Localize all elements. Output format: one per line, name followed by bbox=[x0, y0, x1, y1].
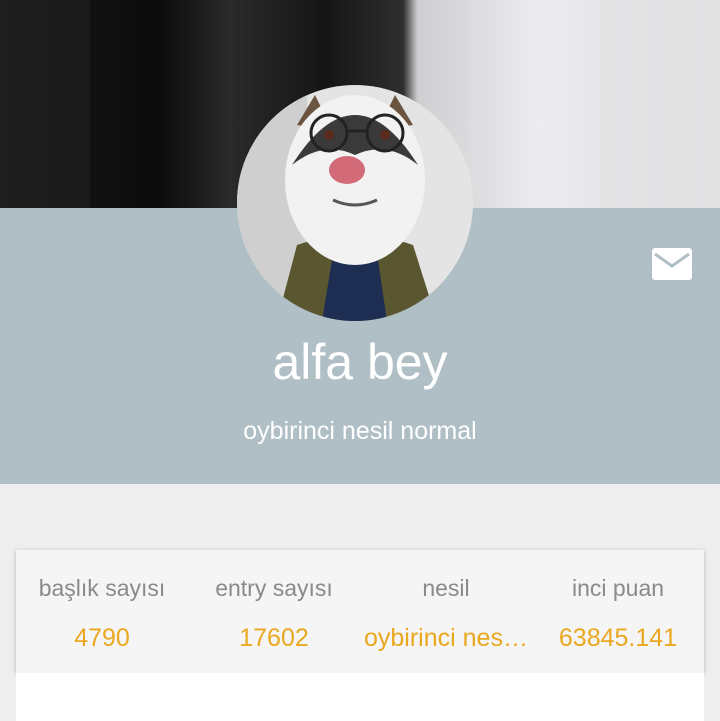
stat-label: başlık sayısı bbox=[38, 575, 166, 601]
stat-label: nesil bbox=[422, 575, 470, 601]
husky-avatar-icon bbox=[237, 85, 473, 321]
stat-value: 63845.141 bbox=[558, 624, 678, 652]
stat-value: oybirinci nesi... bbox=[364, 624, 530, 652]
stat-label: inci puan bbox=[571, 575, 665, 601]
stat-generation[interactable]: nesil oybirinci nesi... bbox=[360, 550, 532, 673]
profile-username: alfa bey bbox=[272, 334, 448, 390]
profile-avatar[interactable] bbox=[237, 85, 473, 321]
profile-generation-label: oybirinci nesil normal bbox=[243, 417, 477, 445]
message-button[interactable] bbox=[652, 248, 692, 280]
stats-card: başlık sayısı 4790 entry sayısı 17602 ne… bbox=[16, 550, 704, 673]
stat-value: 17602 bbox=[239, 624, 309, 652]
stat-karma[interactable]: inci puan 63845.141 bbox=[532, 550, 704, 673]
stat-label: entry sayısı bbox=[215, 575, 333, 601]
mail-icon bbox=[652, 248, 692, 280]
stat-topic-count[interactable]: başlık sayısı 4790 bbox=[16, 550, 188, 673]
stat-value: 4790 bbox=[74, 624, 130, 652]
stat-entry-count[interactable]: entry sayısı 17602 bbox=[188, 550, 360, 673]
content-panel bbox=[16, 673, 704, 721]
